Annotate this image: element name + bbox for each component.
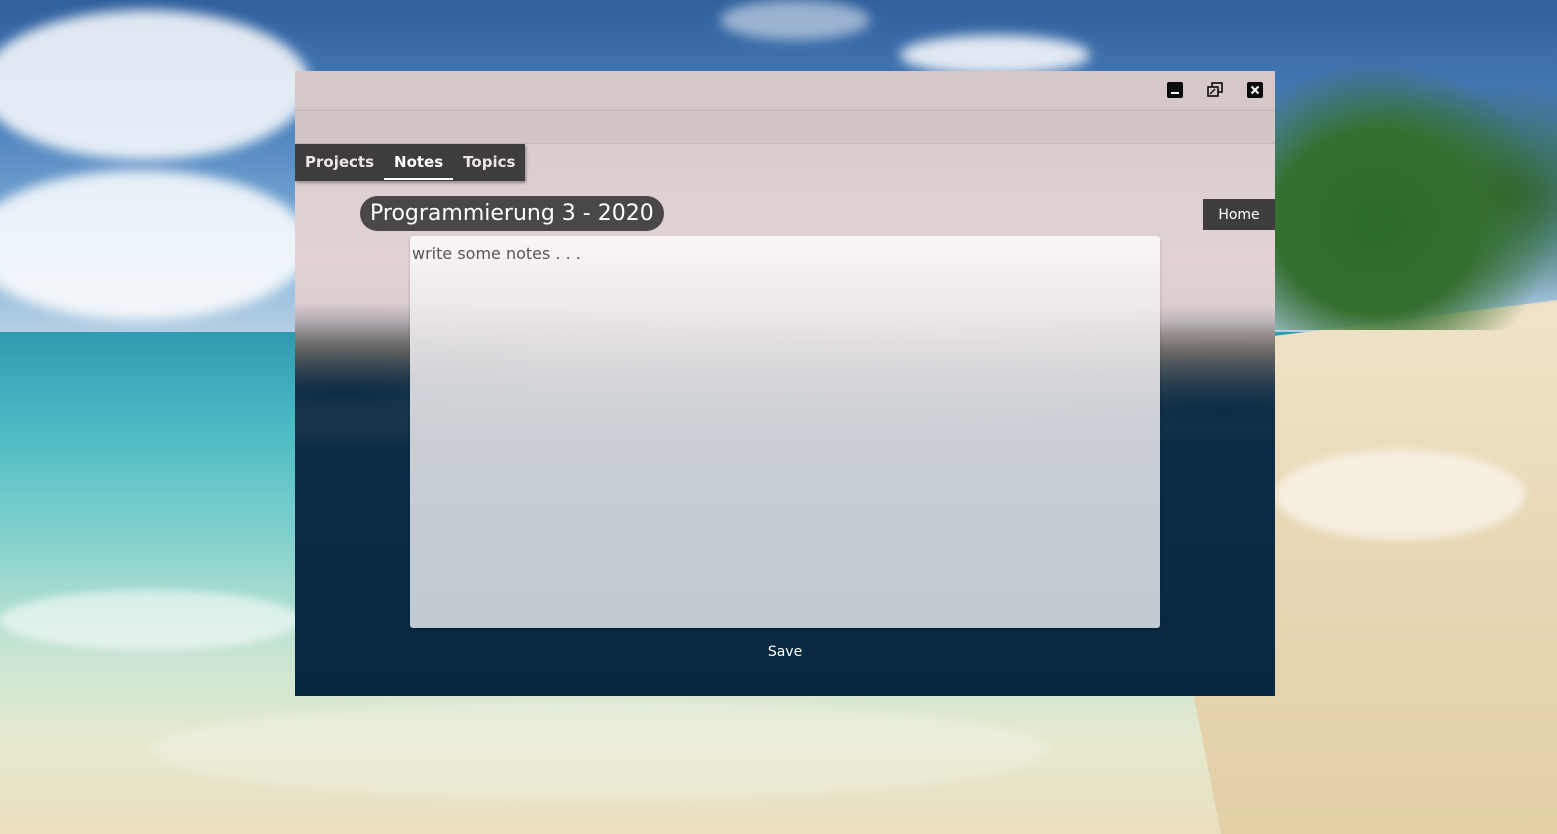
page-title: Programmierung 3 - 2020	[360, 196, 664, 231]
restore-icon-glyph	[1207, 82, 1223, 97]
tab-bar: Projects Notes Topics	[295, 144, 526, 181]
close-icon-glyph	[1250, 85, 1260, 95]
close-icon[interactable]	[1247, 82, 1263, 98]
minimize-icon[interactable]	[1167, 82, 1183, 98]
notes-textarea[interactable]	[410, 236, 1160, 628]
app-window: Projects Notes Topics Programmierung 3 -…	[295, 71, 1275, 696]
wallpaper-cloud	[900, 35, 1090, 75]
wallpaper-palms	[1257, 60, 1557, 330]
wallpaper-foam	[0, 590, 300, 650]
wallpaper-foam	[150, 700, 1050, 800]
restore-icon[interactable]	[1207, 82, 1223, 98]
home-button[interactable]: Home	[1203, 199, 1275, 230]
window-toolbar-band	[295, 111, 1275, 144]
save-button[interactable]: Save	[760, 641, 810, 663]
tab-topics[interactable]: Topics	[453, 144, 525, 181]
wallpaper-foam	[1275, 450, 1525, 540]
tab-projects[interactable]: Projects	[295, 144, 384, 181]
window-titlebar[interactable]	[295, 71, 1275, 111]
tab-notes[interactable]: Notes	[384, 144, 454, 181]
wallpaper-cloud	[720, 0, 870, 40]
